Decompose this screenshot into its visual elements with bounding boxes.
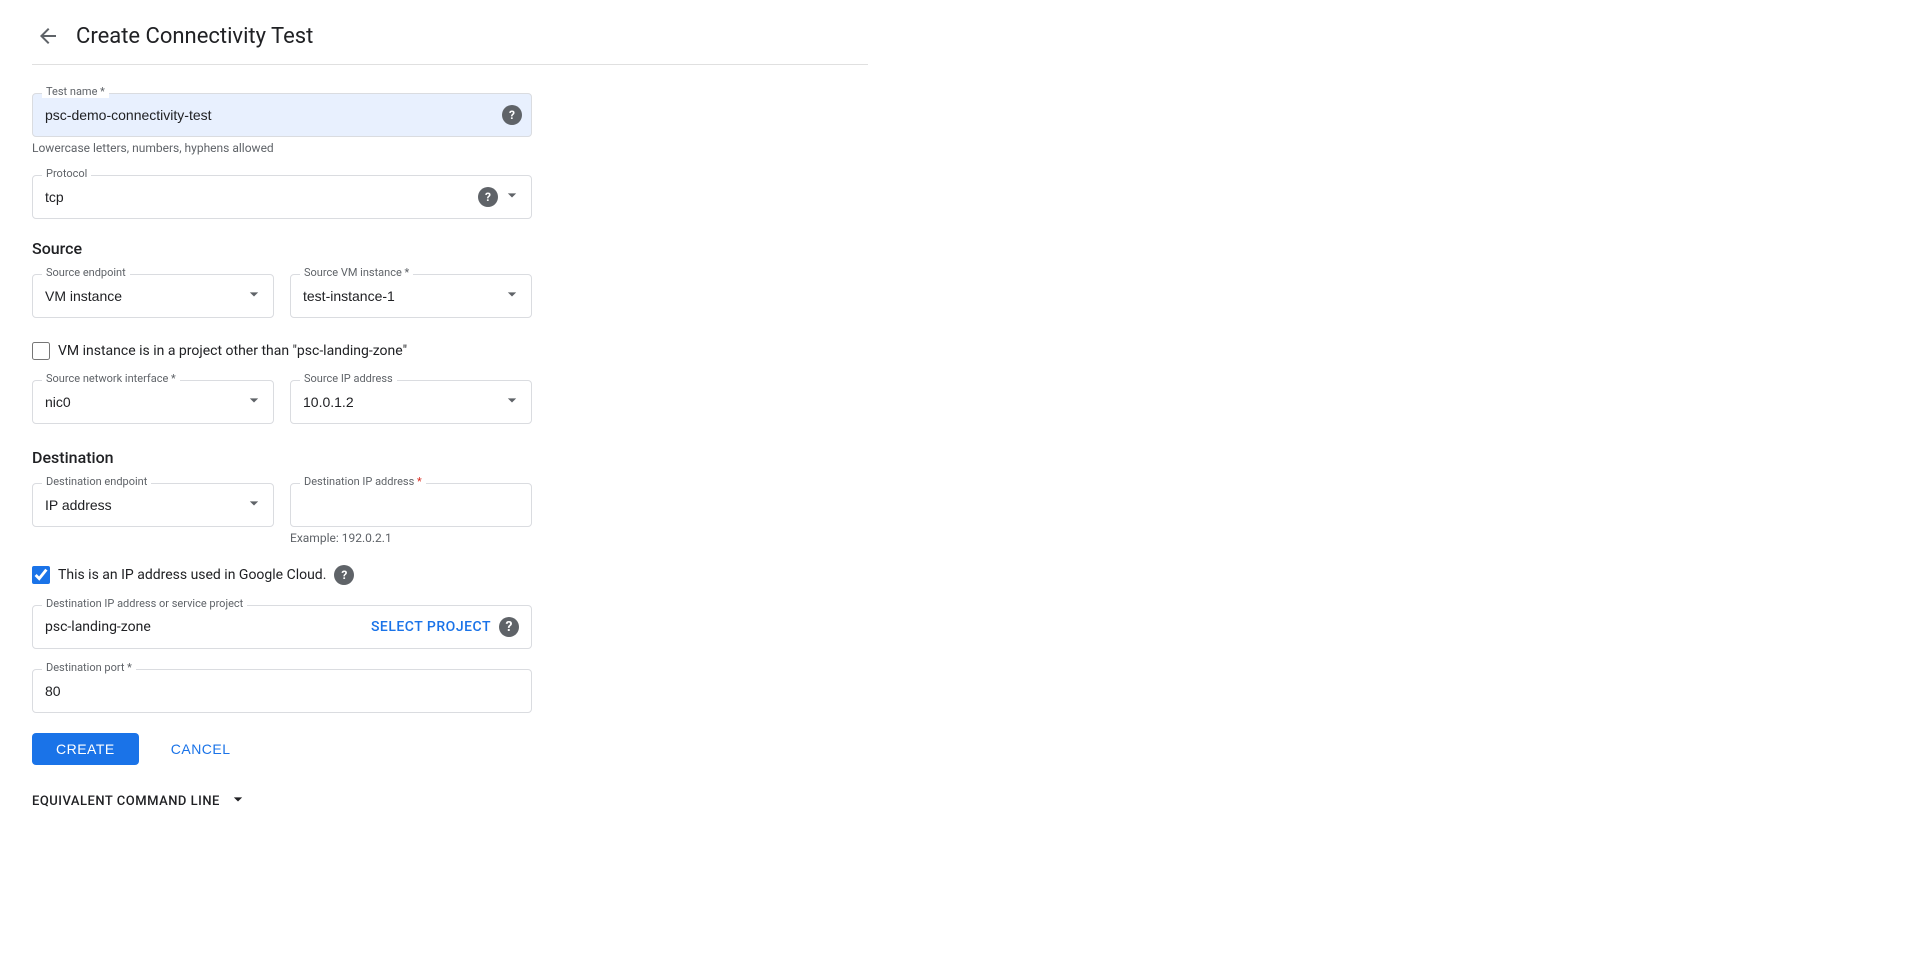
destination-ip-example: Example: 192.0.2.1 bbox=[290, 531, 532, 545]
source-vm-instance-label: Source VM instance * bbox=[300, 266, 413, 279]
vm-project-checkbox-label[interactable]: VM instance is in a project other than "… bbox=[58, 343, 407, 359]
source-endpoint-field: Source endpoint VM instance bbox=[32, 274, 274, 318]
test-name-hint: Lowercase letters, numbers, hyphens allo… bbox=[32, 141, 532, 155]
back-button[interactable] bbox=[32, 20, 64, 52]
test-name-help-icon[interactable]: ? bbox=[502, 105, 522, 125]
destination-project-value: psc-landing-zone bbox=[45, 619, 151, 635]
destination-project-label: Destination IP address or service projec… bbox=[42, 597, 247, 610]
destination-ip-label: Destination IP address * bbox=[300, 475, 426, 488]
source-ip-address-field: Source IP address 10.0.1.2 bbox=[290, 380, 532, 424]
source-section-title: Source bbox=[32, 239, 868, 258]
destination-port-field: Destination port * 80 bbox=[32, 669, 532, 713]
select-project-link[interactable]: SELECT PROJECT bbox=[371, 619, 491, 635]
source-endpoint-select[interactable]: VM instance bbox=[32, 274, 274, 318]
destination-section: Destination Destination endpoint IP addr… bbox=[32, 448, 868, 713]
source-network-interface-field: Source network interface * nic0 bbox=[32, 380, 274, 424]
source-vm-instance-field: Source VM instance * test-instance-1 bbox=[290, 274, 532, 318]
source-ip-address-select[interactable]: 10.0.1.2 bbox=[290, 380, 532, 424]
equivalent-cmd-label: EQUIVALENT COMMAND LINE bbox=[32, 794, 220, 809]
destination-endpoint-field: Destination endpoint IP address bbox=[32, 483, 274, 527]
destination-project-help-icon[interactable]: ? bbox=[499, 617, 519, 637]
vm-project-checkbox[interactable] bbox=[32, 342, 50, 360]
page-header: Create Connectivity Test bbox=[32, 20, 868, 65]
protocol-label: Protocol bbox=[42, 167, 91, 180]
destination-ip-input[interactable] bbox=[290, 483, 532, 527]
test-name-section: Test name * psc-demo-connectivity-test ?… bbox=[32, 93, 868, 155]
source-endpoint-col: Source endpoint VM instance bbox=[32, 274, 274, 322]
google-cloud-checkbox-row: This is an IP address used in Google Clo… bbox=[32, 565, 532, 585]
source-vm-instance-select[interactable]: test-instance-1 bbox=[290, 274, 532, 318]
protocol-help-icon[interactable]: ? bbox=[478, 187, 498, 207]
test-name-input[interactable]: psc-demo-connectivity-test bbox=[32, 93, 532, 137]
google-cloud-checkbox[interactable] bbox=[32, 566, 50, 584]
page-title: Create Connectivity Test bbox=[76, 24, 313, 49]
source-vm-instance-col: Source VM instance * test-instance-1 bbox=[290, 274, 532, 322]
source-endpoint-label: Source endpoint bbox=[42, 266, 130, 279]
test-name-label: Test name * bbox=[42, 85, 109, 98]
create-button[interactable]: CREATE bbox=[32, 733, 139, 765]
source-ip-address-label: Source IP address bbox=[300, 372, 397, 385]
destination-ip-field: Destination IP address * bbox=[290, 483, 532, 527]
test-name-field: Test name * psc-demo-connectivity-test ? bbox=[32, 93, 532, 137]
equivalent-command-line[interactable]: EQUIVALENT COMMAND LINE bbox=[32, 789, 868, 813]
equivalent-cmd-chevron-icon bbox=[228, 789, 248, 813]
protocol-select[interactable]: tcp udp icmp bbox=[32, 175, 532, 219]
source-network-interface-select[interactable]: nic0 bbox=[32, 380, 274, 424]
destination-ip-address-col: Destination IP address * Example: 192.0.… bbox=[290, 483, 532, 545]
destination-port-input[interactable]: 80 bbox=[32, 669, 532, 713]
google-cloud-checkbox-label[interactable]: This is an IP address used in Google Clo… bbox=[58, 567, 326, 583]
source-section: Source Source endpoint VM instance bbox=[32, 239, 868, 428]
action-buttons: CREATE CANCEL bbox=[32, 733, 868, 765]
destination-section-title: Destination bbox=[32, 448, 868, 467]
destination-endpoint-col: Destination endpoint IP address bbox=[32, 483, 274, 545]
destination-endpoint-select[interactable]: IP address bbox=[32, 483, 274, 527]
destination-project-field: Destination IP address or service projec… bbox=[32, 605, 532, 649]
cancel-button[interactable]: CANCEL bbox=[147, 733, 255, 765]
destination-endpoint-label: Destination endpoint bbox=[42, 475, 151, 488]
google-cloud-help-icon[interactable]: ? bbox=[334, 565, 354, 585]
source-network-interface-label: Source network interface * bbox=[42, 372, 180, 385]
protocol-field: Protocol tcp udp icmp ? bbox=[32, 175, 532, 219]
protocol-section: Protocol tcp udp icmp ? bbox=[32, 175, 868, 219]
vm-project-checkbox-row: VM instance is in a project other than "… bbox=[32, 342, 532, 360]
destination-project-input-box: psc-landing-zone SELECT PROJECT ? bbox=[32, 605, 532, 649]
source-ip-address-col: Source IP address 10.0.1.2 bbox=[290, 380, 532, 428]
source-network-interface-col: Source network interface * nic0 bbox=[32, 380, 274, 428]
destination-port-label: Destination port * bbox=[42, 661, 136, 674]
